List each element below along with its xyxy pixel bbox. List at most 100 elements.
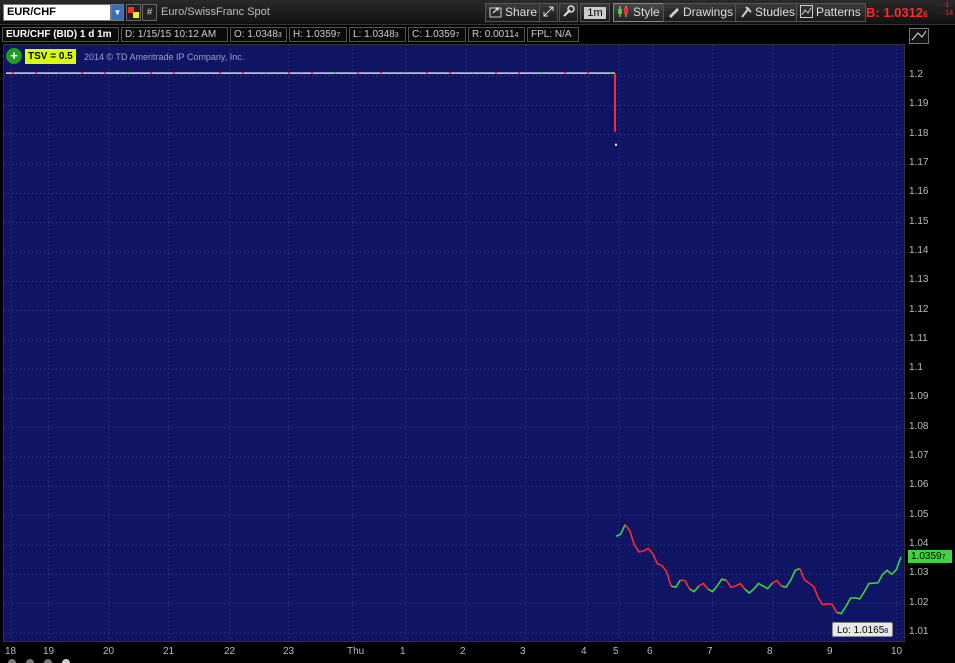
price-segment [817, 597, 828, 606]
y-tick-label: 1.07 [909, 450, 929, 462]
studies-button[interactable]: Studies [735, 3, 801, 22]
info-fpl: FPL: N/A [527, 27, 579, 42]
toolbar: EUR/CHF ▼ # Euro/SwissFranc Spot Share 1… [0, 0, 955, 25]
patterns-button[interactable]: Patterns [796, 3, 866, 22]
price-segment [698, 582, 709, 590]
bid-change: -1 -14 [943, 2, 953, 18]
info-symbol[interactable]: EUR/CHF (BID) 1 d 1m [2, 27, 119, 42]
chart-plot-area[interactable] [3, 44, 906, 643]
add-study-icon[interactable]: + [6, 48, 22, 64]
y-tick-label: 1.01 [909, 626, 929, 637]
flask-icon [739, 5, 752, 18]
hash-button[interactable]: # [142, 4, 157, 21]
low-price-sub: 8 [884, 628, 889, 635]
x-tick-label: 3 [520, 646, 526, 657]
info-high-value: H: 1.0359 [293, 29, 337, 40]
price-segment [716, 578, 727, 587]
x-tick-label: 18 [5, 646, 17, 657]
price-segment [882, 569, 893, 575]
price-segment [633, 544, 644, 553]
low-price-bubble: Lo: 1.01658 [832, 622, 894, 637]
y-tick-label: 1.05 [909, 508, 929, 520]
info-open-sub: 3 [277, 32, 282, 39]
x-tick-label: 7 [707, 646, 713, 657]
y-tick-label: 1.18 [909, 127, 929, 139]
x-tick-label: 6 [647, 646, 653, 657]
price-segment [744, 588, 755, 595]
price-tick [426, 72, 428, 75]
x-tick-label: 1 [400, 646, 406, 657]
drawings-button[interactable]: Drawings [663, 3, 739, 22]
price-segment [771, 579, 783, 587]
interval-button[interactable]: 1m [580, 3, 610, 22]
price-tick [35, 72, 37, 75]
symbol-dropdown-button[interactable]: ▼ [111, 4, 124, 21]
price-tick [403, 72, 405, 75]
y-tick-label: 1.1 [909, 362, 923, 374]
y-tick-label: 1.11 [909, 332, 928, 344]
price-tick [104, 72, 106, 75]
price-segment [753, 582, 764, 590]
bid-value: B: 1.0312 [866, 5, 924, 20]
info-close-value: C: 1.0359 [412, 29, 456, 40]
price-segment [873, 573, 884, 584]
share-button[interactable]: Share [485, 3, 543, 22]
price-segment [799, 568, 810, 584]
price-tick [242, 72, 244, 75]
settings-button[interactable] [559, 3, 578, 22]
price-segment [670, 579, 682, 589]
style-button[interactable]: Style [613, 3, 665, 22]
bid-price: B: 1.03126 [866, 5, 928, 20]
price-segment [836, 606, 847, 615]
expand-button[interactable] [539, 3, 558, 22]
last-price-value: 1.0359 [911, 551, 942, 562]
price-segment [615, 524, 626, 537]
bid-change-2: -14 [943, 10, 954, 17]
info-open-value: O: 1.0348 [234, 29, 278, 40]
drawings-label: Drawings [683, 5, 734, 19]
price-segment [661, 565, 672, 587]
price-tick [518, 72, 520, 75]
bid-change-1: -1 [943, 2, 950, 9]
price-tick [587, 72, 589, 75]
price-segment [845, 597, 856, 607]
x-tick-label: 20 [103, 646, 115, 657]
price-segment [891, 556, 902, 575]
symbol-description: Euro/SwissFranc Spot [161, 6, 270, 18]
price-tick [12, 72, 14, 75]
info-open: O: 1.03483 [230, 27, 287, 42]
price-tick [173, 72, 175, 75]
interval-label: 1m [584, 7, 606, 19]
candle-icon [617, 5, 630, 18]
price-segment [762, 582, 773, 590]
chart-window: EUR/CHF ▼ # Euro/SwissFranc Spot Share 1… [0, 0, 955, 663]
info-low-value: L: 1.0348 [353, 29, 395, 40]
price-tick [288, 72, 290, 75]
bid-subpip: 6 [923, 10, 928, 19]
pager-dots[interactable] [0, 657, 80, 663]
y-tick-label: 1.2 [909, 69, 923, 80]
studies-label: Studies [755, 5, 796, 19]
price-tick [81, 72, 83, 75]
price-segment [781, 579, 792, 589]
x-tick-label: 21 [163, 646, 175, 657]
price-tick [311, 72, 313, 75]
symbol-input[interactable]: EUR/CHF [3, 4, 111, 21]
y-tick-label: 1.03 [909, 567, 929, 579]
style-label: Style [633, 5, 660, 19]
price-tick [449, 72, 451, 75]
price-segment [808, 582, 819, 599]
price-segment [652, 553, 663, 567]
drawing-tool-icon[interactable] [909, 28, 929, 44]
wrench-icon [562, 5, 575, 18]
patterns-label: Patterns [816, 5, 861, 19]
info-range: R: 0.00114 [468, 27, 525, 42]
price-tick [219, 72, 221, 75]
copyright-text: 2014 © TD Ameritrade IP Company, Inc. [84, 52, 245, 62]
info-close: C: 1.03597 [408, 27, 466, 42]
expand-icon [542, 5, 555, 18]
x-tick-label: 23 [283, 646, 295, 657]
price-tick [334, 72, 336, 75]
price-segment [680, 579, 691, 590]
link-color-icon[interactable] [126, 4, 141, 21]
